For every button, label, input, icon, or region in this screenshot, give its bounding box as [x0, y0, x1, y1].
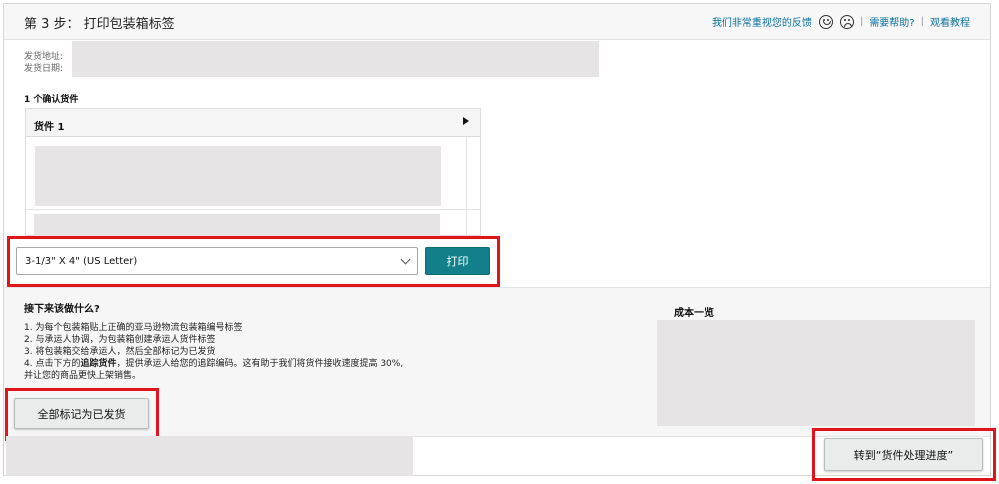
step4-prefix: 4. 点击下方的	[24, 359, 81, 369]
happy-face-icon[interactable]	[818, 14, 833, 29]
next-steps-title: 接下来该做什么?	[24, 304, 100, 315]
list-item: 3. 将包装箱交给承运人，然后全部标记为已发货	[24, 347, 216, 357]
go-to-progress-button[interactable]: 转到“货件处理进度”	[824, 438, 983, 471]
expand-arrow-icon[interactable]	[463, 117, 469, 125]
tutorial-link[interactable]: 观看教程	[930, 14, 970, 29]
help-link[interactable]: 需要帮助?	[869, 14, 914, 29]
shipment-card-title: 货件 1	[26, 109, 480, 137]
mark-all-shipped-button[interactable]: 全部标记为已发货	[14, 398, 149, 429]
chevron-down-icon	[400, 254, 411, 265]
header-links: 我们非常重视您的反馈 | 需要帮助? | 观看教程	[712, 14, 970, 29]
shipment-card: 货件 1	[25, 108, 481, 237]
card-divider	[26, 209, 480, 210]
next-steps-list: 1. 为每个包装箱贴上正确的亚马逊物流包装箱编号标签 2. 与承运人协调，为包装…	[24, 322, 403, 382]
confirmed-shipments-title: 1 个确认货件	[24, 95, 79, 105]
feedback-link[interactable]: 我们非常重视您的反馈	[712, 14, 812, 29]
list-item: 1. 为每个包装箱贴上正确的亚马逊物流包装箱编号标签	[24, 323, 243, 333]
card-divider	[466, 137, 467, 237]
list-item: 4. 点击下方的追踪货件，提供承运人给您的追踪编码。这有助于我们将货件接收速度提…	[24, 358, 403, 370]
track-shipment-text: 追踪货件	[80, 359, 117, 369]
link-separator: |	[859, 16, 864, 27]
ship-date-label: 发货日期:	[24, 64, 64, 74]
redacted-shipment-info	[35, 146, 441, 206]
redacted-shipment-row	[34, 214, 440, 236]
page-title: 第 3 步： 打印包装箱标签	[24, 17, 175, 32]
label-size-select[interactable]: 3-1/3" X 4" (US Letter)	[16, 247, 418, 275]
shipment-panel: 第 3 步： 打印包装箱标签 我们非常重视您的反馈 | 需要帮助? | 观看教程…	[3, 3, 991, 476]
redacted-address-block	[72, 41, 599, 77]
step4-suffix: ，提供承运人给您的追踪编码。这有助于我们将货件接收速度提高 30%,	[116, 359, 404, 369]
list-item: 并让您的商品更快上架销售。	[24, 371, 142, 381]
label-size-value: 3-1/3" X 4" (US Letter)	[25, 256, 138, 267]
redacted-cost-summary	[657, 320, 975, 426]
print-button[interactable]: 打印	[425, 247, 490, 275]
cost-summary-title: 成本一览	[674, 308, 714, 319]
redacted-footer-block	[6, 436, 413, 476]
list-item: 2. 与承运人协调，为包装箱创建承运人货件标签	[24, 335, 216, 345]
sad-face-icon[interactable]	[839, 14, 854, 29]
link-separator: |	[920, 16, 924, 27]
step-header: 第 3 步： 打印包装箱标签 我们非常重视您的反馈 | 需要帮助? | 观看教程	[4, 4, 990, 40]
